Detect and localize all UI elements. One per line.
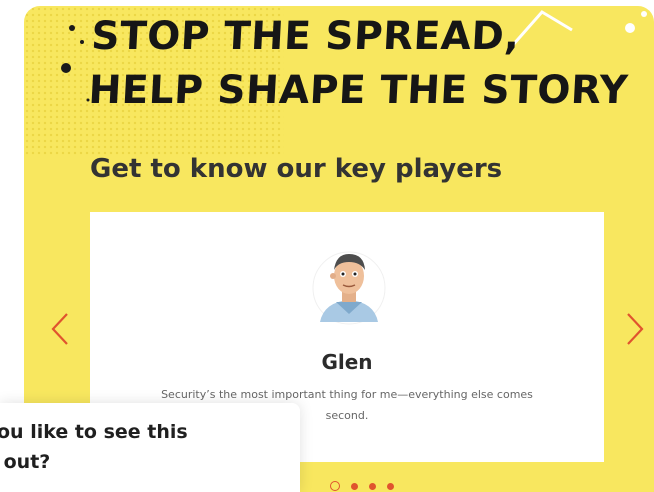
survey-line-1: ou like to see this xyxy=(0,421,188,443)
survey-question: ou like to see this out? xyxy=(0,417,297,477)
pagination-dot-4[interactable] xyxy=(387,482,394,490)
pagination-dot-1[interactable] xyxy=(330,481,340,491)
survey-popup[interactable]: ou like to see this out? xyxy=(0,403,300,492)
carousel-pagination xyxy=(330,481,394,491)
chevron-left-icon xyxy=(51,313,68,345)
player-name: Glen xyxy=(321,350,373,374)
carousel-next-button[interactable] xyxy=(625,312,645,346)
hero-headline: STOP THE SPREAD, HELP SHAPE THE STORY xyxy=(87,10,632,118)
carousel-prev-button[interactable] xyxy=(50,312,70,346)
chevron-right-icon xyxy=(627,313,644,345)
headline-line-2: HELP SHAPE THE STORY xyxy=(87,68,630,113)
survey-line-2: out? xyxy=(0,451,51,473)
paint-splatter-icon xyxy=(61,25,90,102)
section-title: Get to know our key players xyxy=(90,154,503,184)
security-guard-avatar-icon xyxy=(312,251,386,325)
pagination-dot-2[interactable] xyxy=(351,482,358,490)
pagination-dot-3[interactable] xyxy=(369,482,376,490)
headline-line-1: STOP THE SPREAD, xyxy=(90,14,521,59)
